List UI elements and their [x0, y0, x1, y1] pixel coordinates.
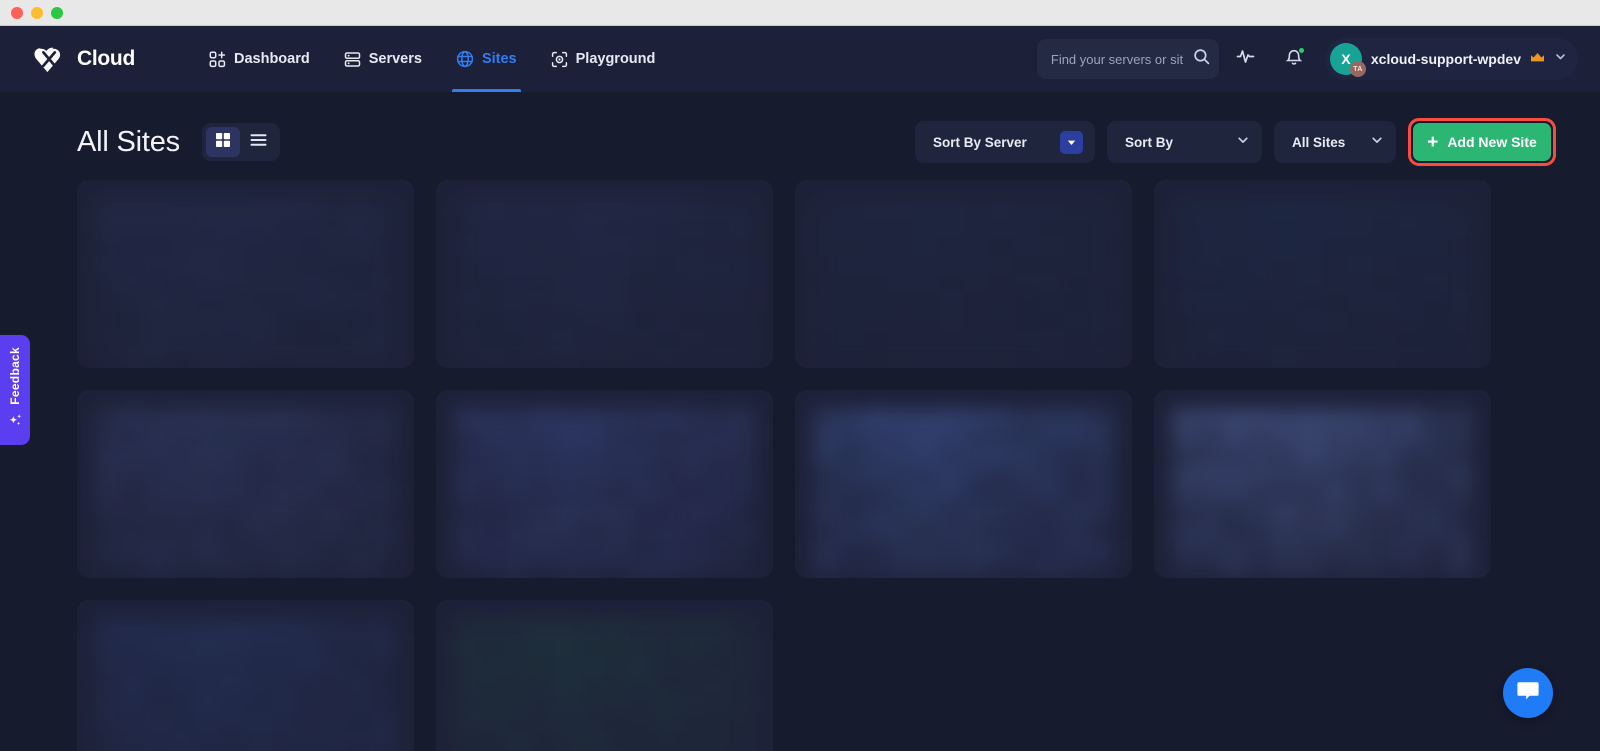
window-minimize-button[interactable] [31, 7, 43, 19]
toolbar-actions: Sort By Server Sort By All Sites [915, 118, 1556, 166]
feedback-label: Feedback [8, 347, 22, 405]
brand-name: Cloud [77, 47, 135, 71]
playground-icon [551, 51, 568, 68]
chat-bubble-button[interactable] [1503, 668, 1553, 718]
search-icon[interactable] [1193, 48, 1210, 70]
page-title: All Sites [77, 126, 180, 159]
window-zoom-button[interactable] [51, 7, 63, 19]
add-new-site-highlight: + Add New Site [1408, 118, 1556, 166]
top-navigation-bar: Cloud Dashboard [0, 26, 1600, 92]
nav-item-dashboard[interactable]: Dashboard [195, 26, 324, 92]
avatar: X TA [1330, 43, 1362, 75]
app-root: Cloud Dashboard [0, 26, 1600, 751]
notification-unread-dot [1298, 47, 1305, 54]
chevron-down-icon [1554, 50, 1567, 68]
window-titlebar [0, 0, 1600, 26]
crown-icon [1530, 52, 1545, 66]
nav-item-playground[interactable]: Playground [537, 26, 670, 92]
site-card-5[interactable] [77, 390, 414, 578]
avatar-role-badge: TA [1350, 61, 1366, 77]
site-thumbnail [813, 408, 1114, 578]
dashboard-grid-icon [209, 51, 226, 68]
site-card-10[interactable] [436, 600, 773, 751]
site-card-6[interactable] [436, 390, 773, 578]
site-card-7[interactable] [795, 390, 1132, 578]
site-card-8[interactable] [1154, 390, 1491, 578]
nav-label: Playground [576, 51, 656, 67]
chat-bubble-icon [1515, 679, 1541, 708]
notifications-button[interactable] [1273, 38, 1315, 80]
chevron-down-icon [1370, 133, 1384, 152]
site-thumbnail [1172, 408, 1473, 578]
servers-rack-icon [344, 51, 361, 68]
sites-grid [0, 170, 1600, 751]
list-view-button[interactable] [242, 127, 276, 157]
window-close-button[interactable] [11, 7, 23, 19]
globe-icon [456, 50, 474, 68]
search-input[interactable] [1051, 52, 1183, 67]
xcloud-logo-icon [30, 44, 70, 74]
feedback-tab[interactable]: Feedback [0, 335, 30, 445]
site-thumbnail [454, 408, 755, 578]
grid-view-icon [215, 132, 231, 153]
site-thumbnail [95, 198, 396, 368]
nav-label: Dashboard [234, 51, 310, 67]
sort-by-server-dropdown[interactable]: Sort By Server [915, 121, 1095, 163]
site-thumbnail [95, 618, 396, 751]
chevron-down-icon [1236, 133, 1250, 152]
all-sites-filter-dropdown[interactable]: All Sites [1274, 121, 1396, 163]
site-card-4[interactable] [1154, 180, 1491, 368]
sites-toolbar: All Sites [0, 92, 1600, 170]
sparkles-icon [8, 413, 23, 433]
nav-item-sites[interactable]: Sites [442, 26, 531, 92]
site-thumbnail [813, 198, 1114, 368]
global-search[interactable] [1037, 39, 1219, 79]
primary-nav: Dashboard Servers [195, 26, 669, 92]
dropdown-label: Sort By [1125, 135, 1173, 150]
site-thumbnail [95, 408, 396, 578]
dropdown-label: All Sites [1292, 135, 1345, 150]
site-card-3[interactable] [795, 180, 1132, 368]
nav-label: Servers [369, 51, 422, 67]
add-new-site-label: Add New Site [1447, 134, 1536, 150]
user-menu[interactable]: X TA xcloud-support-wpdev [1325, 38, 1578, 80]
dropdown-label: Sort By Server [933, 135, 1027, 150]
site-thumbnail [454, 198, 755, 368]
sort-by-dropdown[interactable]: Sort By [1107, 121, 1262, 163]
nav-label: Sites [482, 51, 517, 67]
site-card-2[interactable] [436, 180, 773, 368]
view-toggle-group [202, 123, 280, 161]
site-thumbnail [1172, 198, 1473, 368]
nav-item-servers[interactable]: Servers [330, 26, 436, 92]
user-name: xcloud-support-wpdev [1371, 51, 1521, 67]
plus-icon: + [1427, 133, 1438, 152]
list-view-icon [250, 133, 267, 152]
caret-down-filled-icon [1060, 131, 1083, 154]
site-card-9[interactable] [77, 600, 414, 751]
brand-logo[interactable]: Cloud [30, 44, 135, 74]
navbar-right-cluster: X TA xcloud-support-wpdev [1037, 38, 1578, 80]
add-new-site-button[interactable]: + Add New Site [1413, 123, 1551, 161]
grid-view-button[interactable] [206, 127, 240, 157]
site-thumbnail [454, 618, 755, 751]
site-card-1[interactable] [77, 180, 414, 368]
activity-button[interactable] [1225, 38, 1267, 80]
activity-pulse-icon [1235, 46, 1256, 72]
